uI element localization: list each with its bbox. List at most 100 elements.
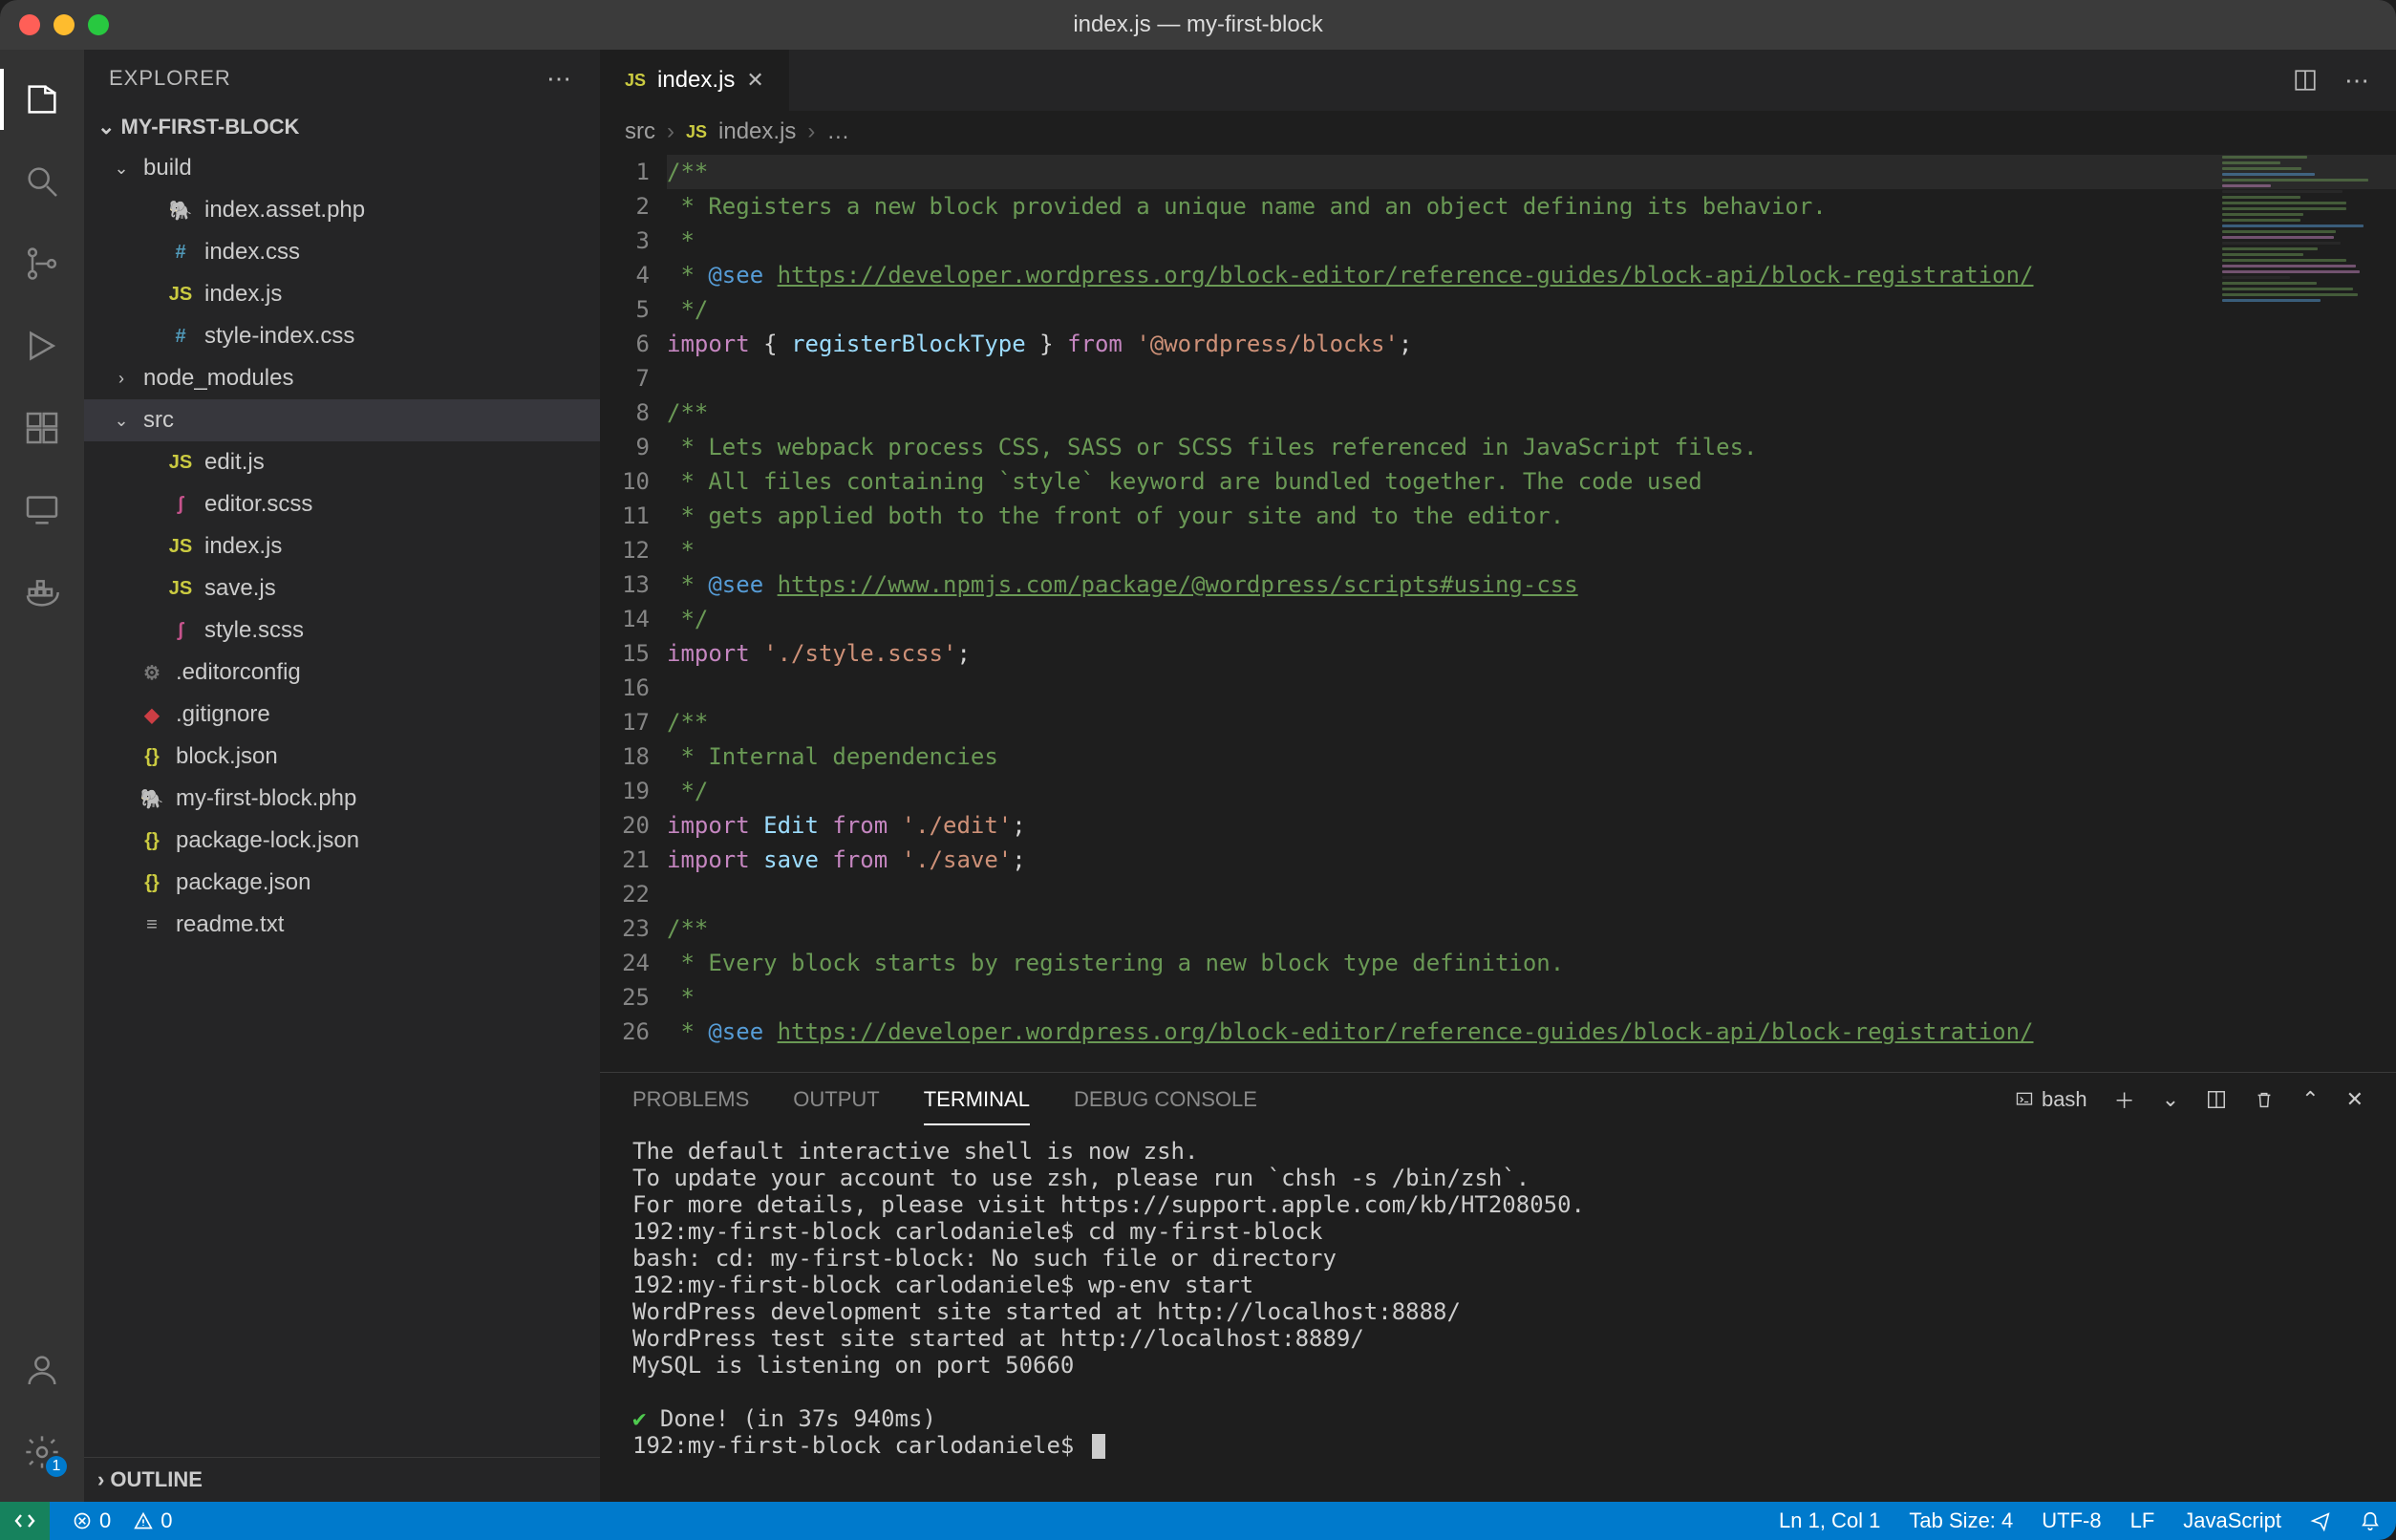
- file-tree-item[interactable]: ◆.gitignore: [84, 694, 600, 736]
- editor-area: JS index.js ✕ ⋯ src › JS index.js › … 12…: [600, 50, 2396, 1502]
- activity-bar: 1: [0, 50, 84, 1502]
- status-eol[interactable]: LF: [2130, 1508, 2155, 1533]
- error-count: 0: [99, 1508, 111, 1533]
- minimap[interactable]: [2205, 153, 2396, 1072]
- status-errors[interactable]: 0: [73, 1508, 111, 1533]
- close-tab-icon[interactable]: ✕: [746, 68, 763, 93]
- file-name: .editorconfig: [176, 659, 301, 686]
- notifications-icon[interactable]: [2360, 1510, 2381, 1531]
- sidebar-more-icon[interactable]: ⋯: [546, 64, 575, 94]
- status-language[interactable]: JavaScript: [2183, 1508, 2281, 1533]
- remote-explorer-activity-icon[interactable]: [21, 489, 63, 531]
- maximize-window-button[interactable]: [88, 14, 109, 35]
- file-tree-item[interactable]: JSedit.js: [84, 441, 600, 483]
- folder-tree-item[interactable]: ⌄build: [84, 147, 600, 189]
- status-tab-size[interactable]: Tab Size: 4: [1909, 1508, 2013, 1533]
- outline-label: OUTLINE: [110, 1467, 203, 1492]
- explorer-activity-icon[interactable]: [21, 78, 63, 120]
- json-file-icon: {}: [139, 830, 164, 852]
- js-file-icon: JS: [686, 122, 707, 142]
- file-tree-item[interactable]: JSsave.js: [84, 567, 600, 610]
- breadcrumb-file[interactable]: index.js: [718, 118, 796, 145]
- remote-indicator[interactable]: [0, 1502, 50, 1540]
- php-file-icon: 🐘: [168, 199, 193, 223]
- editor-tab-bar: JS index.js ✕ ⋯: [600, 50, 2396, 111]
- split-terminal-icon[interactable]: [2206, 1089, 2227, 1110]
- breadcrumb-folder[interactable]: src: [625, 118, 655, 145]
- chevron-down-icon: ⌄: [111, 159, 132, 179]
- extensions-activity-icon[interactable]: [21, 407, 63, 449]
- minimize-window-button[interactable]: [53, 14, 75, 35]
- terminal-output[interactable]: The default interactive shell is now zsh…: [600, 1126, 2396, 1502]
- js-file-icon: JS: [168, 284, 193, 306]
- file-name: readme.txt: [176, 911, 284, 938]
- line-number-gutter[interactable]: 1234567891011121314151617181920212223242…: [600, 153, 667, 1072]
- sidebar-title: EXPLORER: [109, 66, 231, 91]
- git-file-icon: ◆: [139, 703, 164, 727]
- breadcrumb-tail[interactable]: …: [826, 118, 849, 145]
- search-activity-icon[interactable]: [21, 160, 63, 203]
- file-tree-item[interactable]: ≡ readme.txt: [84, 904, 600, 946]
- editor-more-icon[interactable]: ⋯: [2344, 66, 2373, 96]
- scss-file-icon: ʃ: [168, 620, 193, 642]
- source-control-activity-icon[interactable]: [21, 243, 63, 285]
- chevron-right-icon: ›: [111, 369, 132, 389]
- file-tree-item[interactable]: 🐘my-first-block.php: [84, 778, 600, 820]
- docker-activity-icon[interactable]: [21, 571, 63, 613]
- folder-tree-item[interactable]: ›node_modules: [84, 357, 600, 399]
- gear-file-icon: ⚙: [139, 661, 164, 685]
- file-tree-item[interactable]: ⚙ .editorconfig: [84, 652, 600, 694]
- feedback-icon[interactable]: [2310, 1510, 2331, 1531]
- maximize-panel-icon[interactable]: ⌃: [2301, 1087, 2319, 1112]
- panel-tab-problems[interactable]: PROBLEMS: [632, 1087, 749, 1112]
- txt-file-icon: ≡: [139, 914, 164, 936]
- split-editor-icon[interactable]: [2293, 68, 2318, 93]
- code-editor[interactable]: /** * Registers a new block provided a u…: [667, 153, 2396, 1072]
- run-debug-activity-icon[interactable]: [21, 325, 63, 367]
- file-tree-item[interactable]: #index.css: [84, 231, 600, 273]
- settings-activity-icon[interactable]: 1: [21, 1431, 63, 1473]
- file-tree-item[interactable]: 🐘 index.asset.php: [84, 189, 600, 231]
- file-tree-item[interactable]: {}package.json: [84, 862, 600, 904]
- terminal-shell-selector[interactable]: bash: [2015, 1087, 2087, 1112]
- panel-tab-output[interactable]: OUTPUT: [793, 1087, 879, 1112]
- file-tree-item[interactable]: {}block.json: [84, 736, 600, 778]
- folder-tree-item[interactable]: ⌄src: [84, 399, 600, 441]
- window-controls: [19, 14, 109, 35]
- file-tree: ⌄build🐘index.asset.php#index.cssJSindex.…: [84, 147, 600, 1457]
- file-name: style.scss: [204, 617, 304, 644]
- panel-tab-debug-console[interactable]: DEBUG CONSOLE: [1074, 1087, 1257, 1112]
- file-tree-item[interactable]: JS index.js: [84, 273, 600, 315]
- breadcrumb[interactable]: src › JS index.js › …: [600, 111, 2396, 153]
- close-panel-icon[interactable]: ✕: [2346, 1087, 2364, 1112]
- panel-tab-bar: PROBLEMS OUTPUT TERMINAL DEBUG CONSOLE bash…: [600, 1073, 2396, 1126]
- js-file-icon: JS: [625, 71, 646, 91]
- bottom-panel: PROBLEMS OUTPUT TERMINAL DEBUG CONSOLE bash…: [600, 1072, 2396, 1502]
- file-name: package-lock.json: [176, 827, 359, 854]
- status-warnings[interactable]: 0: [134, 1508, 172, 1533]
- new-terminal-icon[interactable]: ＋: [2114, 1084, 2135, 1115]
- project-root-header[interactable]: ⌄ MY-FIRST-BLOCK: [84, 107, 600, 147]
- close-window-button[interactable]: [19, 14, 40, 35]
- warning-count: 0: [160, 1508, 172, 1533]
- file-name: save.js: [204, 575, 276, 602]
- file-tree-item[interactable]: {} package-lock.json: [84, 820, 600, 862]
- status-cursor-position[interactable]: Ln 1, Col 1: [1779, 1508, 1880, 1533]
- kill-terminal-icon[interactable]: [2254, 1089, 2275, 1110]
- editor-tab[interactable]: JS index.js ✕: [600, 50, 790, 111]
- file-tree-item[interactable]: ʃeditor.scss: [84, 483, 600, 525]
- json-file-icon: {}: [139, 872, 164, 894]
- panel-tab-terminal[interactable]: TERMINAL: [924, 1087, 1030, 1125]
- terminal-dropdown-icon[interactable]: ⌄: [2162, 1087, 2179, 1112]
- accounts-activity-icon[interactable]: [21, 1349, 63, 1391]
- file-tree-item[interactable]: ʃ style.scss: [84, 610, 600, 652]
- file-name: index.js: [204, 281, 282, 308]
- window-title: index.js — my-first-block: [1073, 11, 1322, 38]
- file-tree-item[interactable]: #style-index.css: [84, 315, 600, 357]
- status-bar: 0 0 Ln 1, Col 1 Tab Size: 4 UTF-8 LF Jav…: [0, 1502, 2396, 1540]
- outline-section-header[interactable]: › OUTLINE: [84, 1457, 600, 1502]
- file-tree-item[interactable]: JSindex.js: [84, 525, 600, 567]
- chevron-down-icon: ⌄: [111, 411, 132, 431]
- file-name: index.asset.php: [204, 197, 365, 224]
- status-encoding[interactable]: UTF-8: [2042, 1508, 2101, 1533]
